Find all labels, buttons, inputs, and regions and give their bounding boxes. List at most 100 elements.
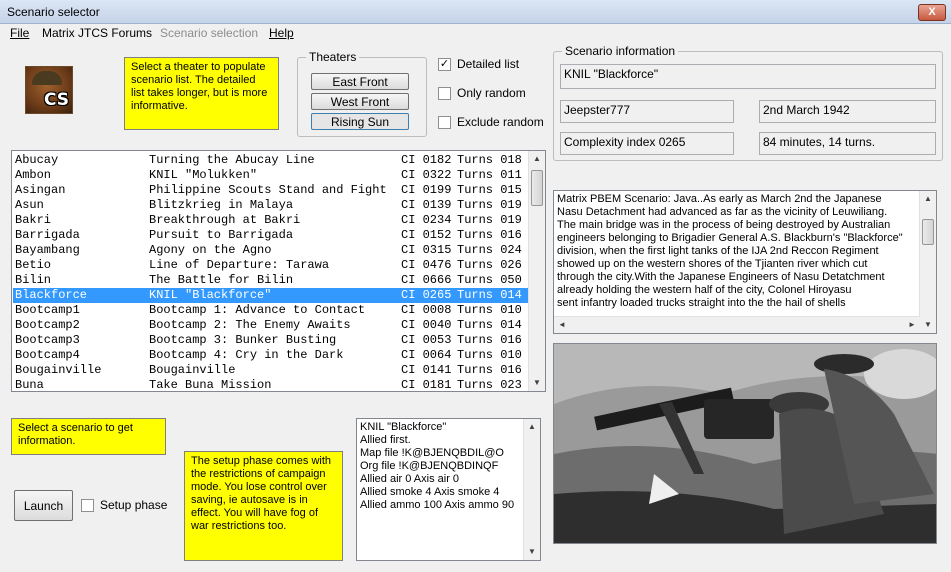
scenario-row-title: Bootcamp 2: The Enemy Awaits (149, 318, 351, 332)
only-random-option[interactable]: Only random (438, 86, 526, 100)
scroll-right-arrow-icon[interactable]: ► (904, 317, 920, 333)
exclude-random-checkbox[interactable] (438, 115, 451, 129)
text-line: showed up on the western shores of the T… (557, 258, 868, 270)
scenario-row-turns: Turns 015 (457, 183, 522, 197)
scenario-row[interactable]: Bakri Breakthrough at Bakri CI 0234 Turns 0… (13, 213, 530, 228)
scenario-row-turns: Turns 011 (457, 168, 522, 182)
scenario-row-turns: Turns 018 (457, 153, 522, 167)
logo-text: CS (43, 90, 69, 110)
launch-button[interactable]: Launch (14, 490, 73, 521)
exclude-random-option[interactable]: Exclude random (438, 115, 544, 129)
scenario-row-turns: Turns 014 (457, 288, 522, 302)
scenario-row-name: Abucay (15, 153, 59, 167)
soldier-helmet-icon (32, 71, 62, 85)
rising-sun-button[interactable]: Rising Sun (311, 113, 409, 130)
scenario-row-ci: CI 0315 (401, 243, 452, 257)
scenario-row[interactable]: Abucay Turning the Abucay Line CI 0182 Turn… (13, 153, 530, 168)
scenario-row[interactable]: Asun Blitzkrieg in Malaya CI 0139 Turns 019 (13, 198, 530, 213)
menu-scenario-selection[interactable]: Scenario selection (160, 26, 258, 40)
scroll-up-arrow-icon[interactable]: ▲ (524, 419, 540, 435)
scenario-row-turns: Turns 024 (457, 243, 522, 257)
text-line: KNIL "Blackforce" (360, 421, 447, 433)
close-button[interactable]: X (918, 4, 946, 21)
scenario-row-title: Bootcamp 4: Cry in the Dark (149, 348, 344, 362)
window-title: Scenario selector (7, 5, 100, 19)
scenario-row-name: Bootcamp4 (15, 348, 80, 362)
scenario-row-title: Pursuit to Barrigada (149, 228, 294, 242)
only-random-label: Only random (457, 86, 526, 100)
scroll-up-arrow-icon[interactable]: ▲ (529, 151, 545, 167)
scenario-row-title: Take Buna Mission (149, 378, 272, 392)
scenario-row-ci: CI 0040 (401, 318, 452, 332)
scenario-row-ci: CI 0199 (401, 183, 452, 197)
text-line: Allied first. (360, 434, 411, 446)
scroll-down-arrow-icon[interactable]: ▼ (920, 317, 936, 333)
scenario-row-ci: CI 0008 (401, 303, 452, 317)
scenario-row-name: Bootcamp3 (15, 333, 80, 347)
text-line: Matrix PBEM Scenario: Java..As early as … (557, 193, 882, 205)
scenario-list-scroll-thumb[interactable] (531, 170, 543, 206)
details-scrollbar[interactable]: ▲ ▼ (523, 419, 540, 560)
scenario-row-ci: CI 0322 (401, 168, 452, 182)
scenario-row-title: Bootcamp 1: Advance to Contact (149, 303, 366, 317)
scenario-row[interactable]: Blackforce KNIL "Blackforce" CI 0265 Turns … (13, 288, 530, 303)
scroll-down-arrow-icon[interactable]: ▼ (524, 544, 540, 560)
scroll-down-arrow-icon[interactable]: ▼ (529, 375, 545, 391)
scenario-row-turns: Turns 016 (457, 363, 522, 377)
complexity-field: Complexity index 0265 (560, 132, 734, 155)
scenario-row[interactable]: Bilin The Battle for Bilin CI 0666 Turns 05… (13, 273, 530, 288)
scenario-row-title: Turning the Abucay Line (149, 153, 315, 167)
scenario-row[interactable]: Bootcamp3 Bootcamp 3: Bunker Busting CI 00… (13, 333, 530, 348)
scenario-row-name: Blackforce (15, 288, 88, 302)
scenario-description[interactable]: Matrix PBEM Scenario: Java..As early as … (553, 190, 937, 334)
scenario-row[interactable]: Ambon KNIL "Molukken" CI 0322 Turns 011 (13, 168, 530, 183)
scenario-row[interactable]: Bayambang Agony on the Agno CI 0315 Turns 0… (13, 243, 530, 258)
menu-help[interactable]: Help (269, 26, 294, 40)
scenario-row-title: KNIL "Blackforce" (149, 288, 272, 302)
scenario-row[interactable]: Bootcamp4 Bootcamp 4: Cry in the Dark CI 0… (13, 348, 530, 363)
detailed-list-checkbox[interactable]: ✓ (438, 57, 451, 71)
details-text: KNIL "Blackforce" Allied first. Map file !… (360, 421, 514, 512)
scenario-row[interactable]: Bootcamp1 Bootcamp 1: Advance to Contact C… (13, 303, 530, 318)
setup-phase-label: Setup phase (100, 498, 168, 512)
scenario-row-turns: Turns 019 (457, 198, 522, 212)
scenario-row-turns: Turns 010 (457, 348, 522, 362)
scenario-list[interactable]: Abucay Turning the Abucay Line CI 0182 Turn… (11, 150, 546, 392)
scenario-row[interactable]: Asingan Philippine Scouts Stand and Fight… (13, 183, 530, 198)
scenario-row-title: Philippine Scouts Stand and Fight (149, 183, 387, 197)
scenario-row[interactable]: Betio Line of Departure: Tarawa CI 0476 Tur… (13, 258, 530, 273)
only-random-checkbox[interactable] (438, 86, 451, 100)
setup-phase-checkbox[interactable] (81, 498, 94, 512)
west-front-button[interactable]: West Front (311, 93, 409, 110)
scenario-photo (553, 343, 937, 544)
scenario-row-title: Bootcamp 3: Bunker Busting (149, 333, 337, 347)
description-scroll-thumb[interactable] (922, 219, 934, 245)
scroll-up-arrow-icon[interactable]: ▲ (920, 191, 936, 207)
scenario-row[interactable]: Bootcamp2 Bootcamp 2: The Enemy Awaits CI … (13, 318, 530, 333)
scenario-list-scrollbar[interactable]: ▲ ▼ (528, 151, 545, 391)
setup-phase-option[interactable]: Setup phase (81, 498, 167, 512)
east-front-button[interactable]: East Front (311, 73, 409, 90)
scenario-row[interactable]: Barrigada Pursuit to Barrigada CI 0152 Turn… (13, 228, 530, 243)
scenario-row-turns: Turns 010 (457, 303, 522, 317)
text-line: division, when the first light tanks of … (557, 245, 879, 257)
scroll-left-arrow-icon[interactable]: ◄ (554, 317, 570, 333)
description-hscrollbar[interactable]: ◄ ► (554, 316, 920, 333)
menu-forums[interactable]: Matrix JTCS Forums (42, 26, 152, 40)
scenario-name-field: KNIL "Blackforce" (560, 64, 936, 89)
scenario-details[interactable]: KNIL "Blackforce" Allied first. Map file !… (356, 418, 541, 561)
description-scrollbar[interactable]: ▲ ▼ (919, 191, 936, 333)
scenario-row-turns: Turns 023 (457, 378, 522, 392)
title-bar: Scenario selector X (0, 0, 951, 24)
menu-file[interactable]: File (10, 26, 29, 40)
detailed-list-option[interactable]: ✓ Detailed list (438, 57, 519, 71)
cs-logo: CS (25, 66, 73, 114)
duration-field: 84 minutes, 14 turns. (759, 132, 936, 155)
scenario-row-ci: CI 0182 (401, 153, 452, 167)
text-line: The main bridge was in the process of be… (557, 219, 891, 231)
scenario-row-name: Asun (15, 198, 44, 212)
scenario-row[interactable]: Bougainville Bougainville CI 0141 Turns 016 (13, 363, 530, 378)
scenario-row-ci: CI 0139 (401, 198, 452, 212)
scenario-row-ci: CI 0064 (401, 348, 452, 362)
scenario-row[interactable]: Buna Take Buna Mission CI 0181 Turns 023 (13, 378, 530, 392)
